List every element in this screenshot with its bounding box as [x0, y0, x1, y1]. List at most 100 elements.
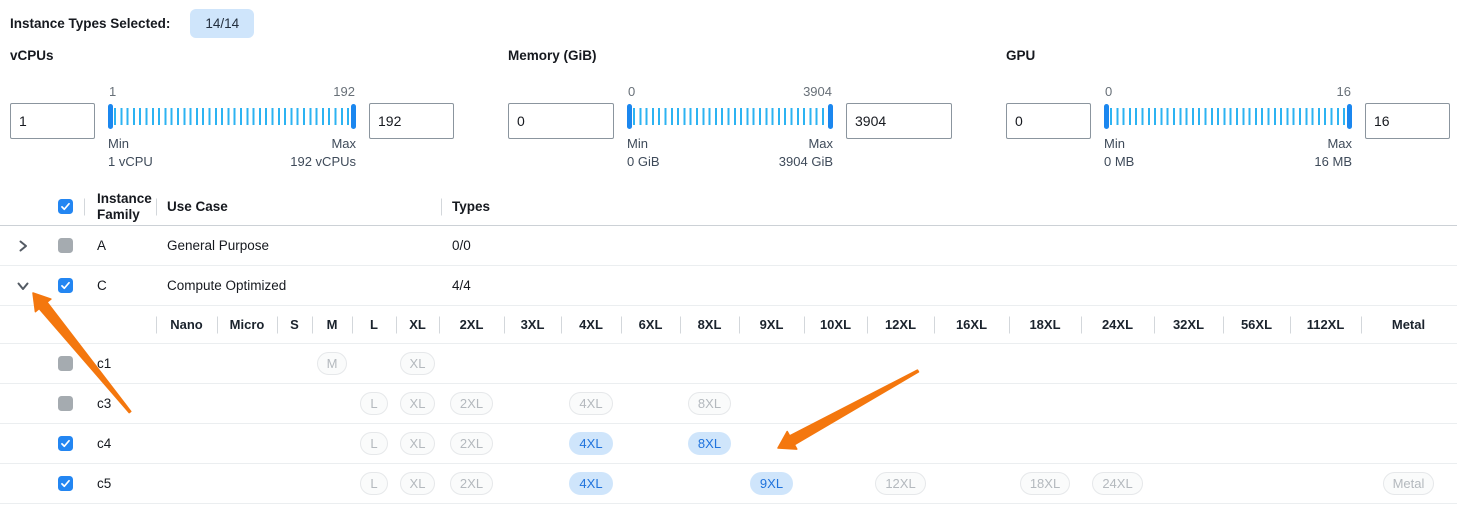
selected-label: Instance Types Selected:	[10, 16, 170, 31]
vcpus-min-input[interactable]	[10, 103, 95, 139]
checkbox-instance-c4[interactable]	[58, 436, 73, 451]
size-pill-c5-metal[interactable]: Metal	[1383, 472, 1435, 495]
size-pill-c5-12xl[interactable]: 12XL	[875, 472, 925, 495]
size-column-header-32xl: 32XL	[1154, 306, 1223, 343]
vcpus-min-caption: Min	[108, 135, 153, 153]
filter-group-vcpus: vCPUs 1 192 Min 1 vCPU Ma	[10, 48, 454, 171]
size-pill-c3-4xl[interactable]: 4XL	[569, 392, 612, 415]
size-pill-c4-8xl[interactable]: 8XL	[688, 432, 731, 455]
chevron-right-icon	[16, 239, 30, 253]
family-use-case: Compute Optimized	[156, 266, 441, 305]
select-all-checkbox[interactable]	[58, 199, 73, 214]
gpu-range-max-label: 16	[1337, 84, 1351, 101]
gpu-min-input[interactable]	[1006, 103, 1091, 139]
column-header-use-case: Use Case	[156, 188, 441, 225]
checkbox-instance-c3[interactable]	[58, 396, 73, 411]
gpu-min-caption: Min	[1104, 135, 1134, 153]
table-header-row: Instance Family Use Case Types	[0, 188, 1457, 226]
size-column-header-12xl: 12XL	[867, 306, 934, 343]
size-columns-header-row: NanoMicroSMLXL2XL3XL4XL6XL8XL9XL10XL12XL…	[0, 306, 1457, 344]
size-column-header-6xl: 6XL	[621, 306, 680, 343]
filters-row: vCPUs 1 192 Min 1 vCPU Ma	[0, 38, 1457, 171]
size-pill-c5-18xl[interactable]: 18XL	[1020, 472, 1070, 495]
size-pill-c3-xl[interactable]: XL	[400, 392, 436, 415]
size-pill-c4-l[interactable]: L	[360, 432, 387, 455]
chevron-down-icon	[16, 279, 30, 293]
gpu-max-detail: 16 MB	[1314, 153, 1352, 171]
size-pill-c4-xl[interactable]: XL	[400, 432, 436, 455]
memory-min-input[interactable]	[508, 103, 614, 139]
size-pill-c5-l[interactable]: L	[360, 472, 387, 495]
column-header-types: Types	[441, 188, 561, 225]
family-name: C	[84, 266, 156, 305]
check-icon	[60, 201, 71, 212]
gpu-slider-track[interactable]	[1104, 104, 1352, 129]
vcpus-range-min-label: 1	[109, 84, 116, 101]
size-pill-c5-2xl[interactable]: 2XL	[450, 472, 493, 495]
checkbox-instance-c1[interactable]	[58, 356, 73, 371]
gpu-range-slider: 0 16 Min 0 MB Max 16 MB	[1104, 84, 1352, 171]
filter-group-gpu: GPU 0 16 Min 0 MB Max	[1006, 48, 1450, 171]
memory-min-detail: 0 GiB	[627, 153, 660, 171]
size-pill-c4-2xl[interactable]: 2XL	[450, 432, 493, 455]
gpu-max-caption: Max	[1314, 135, 1352, 153]
size-pill-c3-l[interactable]: L	[360, 392, 387, 415]
size-pill-c5-4xl[interactable]: 4XL	[569, 472, 612, 495]
memory-slider-handle-max[interactable]	[828, 104, 833, 129]
filter-title-vcpus: vCPUs	[10, 48, 454, 63]
gpu-max-input[interactable]	[1365, 103, 1450, 139]
size-pill-c3-2xl[interactable]: 2XL	[450, 392, 493, 415]
size-column-header-xl: XL	[396, 306, 439, 343]
vcpus-max-detail: 192 vCPUs	[290, 153, 356, 171]
memory-max-detail: 3904 GiB	[779, 153, 833, 171]
size-column-header-18xl: 18XL	[1009, 306, 1081, 343]
memory-range-min-label: 0	[628, 84, 635, 101]
vcpus-slider-handle-max[interactable]	[351, 104, 356, 129]
size-pill-c1-xl[interactable]: XL	[400, 352, 436, 375]
size-pill-c3-8xl[interactable]: 8XL	[688, 392, 731, 415]
memory-range-slider: 0 3904 Min 0 GiB Max 3904 GiB	[627, 84, 833, 171]
size-column-header-8xl: 8XL	[680, 306, 739, 343]
size-column-header-3xl: 3XL	[504, 306, 561, 343]
memory-range-max-label: 3904	[803, 84, 832, 101]
memory-max-input[interactable]	[846, 103, 952, 139]
vcpus-max-input[interactable]	[369, 103, 454, 139]
vcpus-slider-handle-min[interactable]	[108, 104, 113, 129]
size-pill-c5-9xl[interactable]: 9XL	[750, 472, 793, 495]
size-pill-c5-24xl[interactable]: 24XL	[1092, 472, 1142, 495]
size-column-header-4xl: 4XL	[561, 306, 621, 343]
memory-slider-handle-min[interactable]	[627, 104, 632, 129]
size-column-header-10xl: 10XL	[804, 306, 867, 343]
size-column-header-s: S	[277, 306, 312, 343]
instance-name: c1	[84, 344, 156, 383]
size-column-header-24xl: 24XL	[1081, 306, 1154, 343]
size-column-header-metal: Metal	[1361, 306, 1456, 343]
expand-toggle-a[interactable]	[16, 239, 30, 253]
family-types-count: 0/0	[441, 226, 561, 265]
vcpus-range-slider: 1 192 Min 1 vCPU Max 192 vCPUs	[108, 84, 356, 171]
gpu-min-detail: 0 MB	[1104, 153, 1134, 171]
expand-toggle-c[interactable]	[16, 279, 30, 293]
check-icon	[60, 478, 71, 489]
check-icon	[60, 280, 71, 291]
checkbox-family-a[interactable]	[58, 238, 73, 253]
selected-count-badge: 14/14	[190, 9, 254, 38]
family-use-case: General Purpose	[156, 226, 441, 265]
vcpus-slider-track[interactable]	[108, 104, 356, 129]
memory-slider-track[interactable]	[627, 104, 833, 129]
size-column-header-micro: Micro	[217, 306, 277, 343]
size-column-header-16xl: 16XL	[934, 306, 1009, 343]
size-pill-c5-xl[interactable]: XL	[400, 472, 436, 495]
size-pill-c4-4xl[interactable]: 4XL	[569, 432, 612, 455]
size-pill-c1-m[interactable]: M	[317, 352, 348, 375]
family-name: A	[84, 226, 156, 265]
size-column-header-m: M	[312, 306, 352, 343]
gpu-slider-handle-max[interactable]	[1347, 104, 1352, 129]
checkbox-family-c[interactable]	[58, 278, 73, 293]
gpu-slider-handle-min[interactable]	[1104, 104, 1109, 129]
checkbox-instance-c5[interactable]	[58, 476, 73, 491]
size-column-header-56xl: 56XL	[1223, 306, 1290, 343]
memory-max-caption: Max	[779, 135, 833, 153]
family-types-count: 4/4	[441, 266, 561, 305]
gpu-range-min-label: 0	[1105, 84, 1112, 101]
